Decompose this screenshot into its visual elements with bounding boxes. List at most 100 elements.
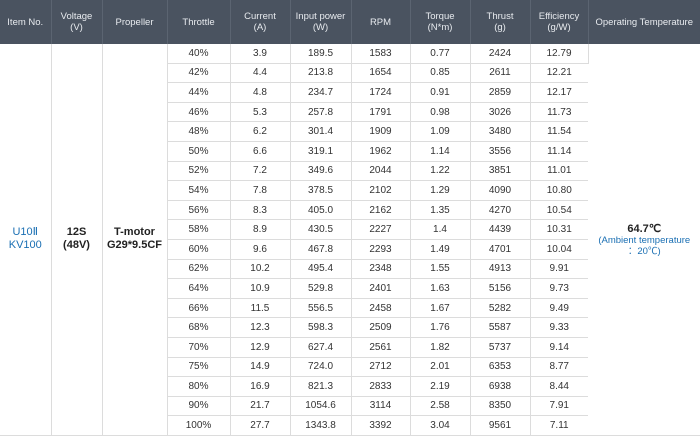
cell-input-power: 378.5	[290, 181, 351, 201]
cell-thrust: 2611	[470, 63, 530, 83]
cell-efficiency: 11.14	[530, 141, 588, 161]
cell-throttle: 52%	[167, 161, 230, 181]
cell-rpm: 2293	[351, 239, 410, 259]
cell-throttle: 75%	[167, 357, 230, 377]
cell-current: 7.2	[230, 161, 290, 181]
cell-current: 8.9	[230, 220, 290, 240]
cell-efficiency: 7.91	[530, 396, 588, 416]
cell-thrust: 5737	[470, 337, 530, 357]
cell-torque: 2.58	[410, 396, 470, 416]
cell-efficiency: 10.54	[530, 200, 588, 220]
cell-input-power: 495.4	[290, 259, 351, 279]
cell-rpm: 2509	[351, 318, 410, 338]
cell-thrust: 4270	[470, 200, 530, 220]
cell-torque: 1.55	[410, 259, 470, 279]
header-propeller: Propeller	[102, 0, 167, 44]
cell-thrust: 6938	[470, 377, 530, 397]
ambient-temperature-line2: ：20℃)	[589, 246, 700, 257]
cell-rpm: 2561	[351, 337, 410, 357]
cell-rpm: 2712	[351, 357, 410, 377]
propeller-line2: G29*9.5CF	[103, 239, 167, 252]
cell-current: 4.4	[230, 63, 290, 83]
cell-efficiency: 11.54	[530, 122, 588, 142]
cell-torque: 1.35	[410, 200, 470, 220]
cell-efficiency: 11.01	[530, 161, 588, 181]
cell-torque: 1.22	[410, 161, 470, 181]
temperature-value: 64.7℃	[589, 222, 700, 235]
cell-rpm: 1962	[351, 141, 410, 161]
cell-thrust: 5282	[470, 298, 530, 318]
cell-torque: 0.91	[410, 83, 470, 103]
cell-throttle: 100%	[167, 416, 230, 436]
cell-throttle: 54%	[167, 181, 230, 201]
cell-rpm: 1909	[351, 122, 410, 142]
cell-efficiency: 10.80	[530, 181, 588, 201]
cell-throttle: 42%	[167, 63, 230, 83]
voltage-cell: 12S(48V)	[51, 44, 102, 435]
cell-current: 8.3	[230, 200, 290, 220]
cell-throttle: 46%	[167, 102, 230, 122]
header-operating-temperature: Operating Temperature	[588, 0, 700, 44]
cell-rpm: 2227	[351, 220, 410, 240]
cell-rpm: 2833	[351, 377, 410, 397]
cell-torque: 1.4	[410, 220, 470, 240]
cell-throttle: 70%	[167, 337, 230, 357]
cell-current: 11.5	[230, 298, 290, 318]
cell-thrust: 2424	[470, 44, 530, 63]
ambient-temperature-line1: (Ambient temperature	[589, 235, 700, 246]
cell-throttle: 58%	[167, 220, 230, 240]
cell-input-power: 821.3	[290, 377, 351, 397]
propeller-line1: T-motor	[103, 226, 167, 239]
cell-thrust: 6353	[470, 357, 530, 377]
operating-temperature-cell: 64.7℃(Ambient temperature：20℃)	[588, 44, 700, 435]
cell-torque: 1.76	[410, 318, 470, 338]
header-thrust: Thrust(g)	[470, 0, 530, 44]
cell-efficiency: 10.04	[530, 239, 588, 259]
cell-current: 10.9	[230, 279, 290, 299]
header-current: Current(A)	[230, 0, 290, 44]
motor-test-table: Item No. Voltage(V) Propeller Throttle C…	[0, 0, 700, 436]
cell-throttle: 40%	[167, 44, 230, 63]
cell-current: 12.3	[230, 318, 290, 338]
cell-throttle: 50%	[167, 141, 230, 161]
cell-torque: 1.67	[410, 298, 470, 318]
cell-rpm: 3114	[351, 396, 410, 416]
cell-efficiency: 7.11	[530, 416, 588, 436]
header-efficiency: Efficiency(g/W)	[530, 0, 588, 44]
cell-torque: 1.09	[410, 122, 470, 142]
cell-rpm: 2348	[351, 259, 410, 279]
header-row: Item No. Voltage(V) Propeller Throttle C…	[0, 0, 700, 44]
cell-thrust: 5156	[470, 279, 530, 299]
cell-thrust: 4701	[470, 239, 530, 259]
cell-rpm: 1791	[351, 102, 410, 122]
cell-thrust: 3480	[470, 122, 530, 142]
cell-torque: 1.14	[410, 141, 470, 161]
cell-input-power: 529.8	[290, 279, 351, 299]
cell-current: 4.8	[230, 83, 290, 103]
cell-thrust: 4913	[470, 259, 530, 279]
cell-input-power: 724.0	[290, 357, 351, 377]
cell-torque: 2.19	[410, 377, 470, 397]
propeller-cell: T-motorG29*9.5CF	[102, 44, 167, 435]
cell-current: 7.8	[230, 181, 290, 201]
cell-current: 12.9	[230, 337, 290, 357]
cell-thrust: 2859	[470, 83, 530, 103]
cell-efficiency: 9.33	[530, 318, 588, 338]
cell-input-power: 430.5	[290, 220, 351, 240]
cell-throttle: 66%	[167, 298, 230, 318]
cell-thrust: 4090	[470, 181, 530, 201]
cell-thrust: 3556	[470, 141, 530, 161]
cell-current: 27.7	[230, 416, 290, 436]
cell-rpm: 2458	[351, 298, 410, 318]
cell-input-power: 405.0	[290, 200, 351, 220]
cell-input-power: 189.5	[290, 44, 351, 63]
table-body: U10ⅡKV10012S(48V)T-motorG29*9.5CF40%3.91…	[0, 44, 700, 435]
cell-thrust: 8350	[470, 396, 530, 416]
cell-current: 14.9	[230, 357, 290, 377]
item-no-line2: KV100	[0, 239, 51, 252]
cell-current: 5.3	[230, 102, 290, 122]
cell-input-power: 1054.6	[290, 396, 351, 416]
cell-efficiency: 12.79	[530, 44, 588, 63]
cell-input-power: 627.4	[290, 337, 351, 357]
table-row: U10ⅡKV10012S(48V)T-motorG29*9.5CF40%3.91…	[0, 44, 700, 63]
